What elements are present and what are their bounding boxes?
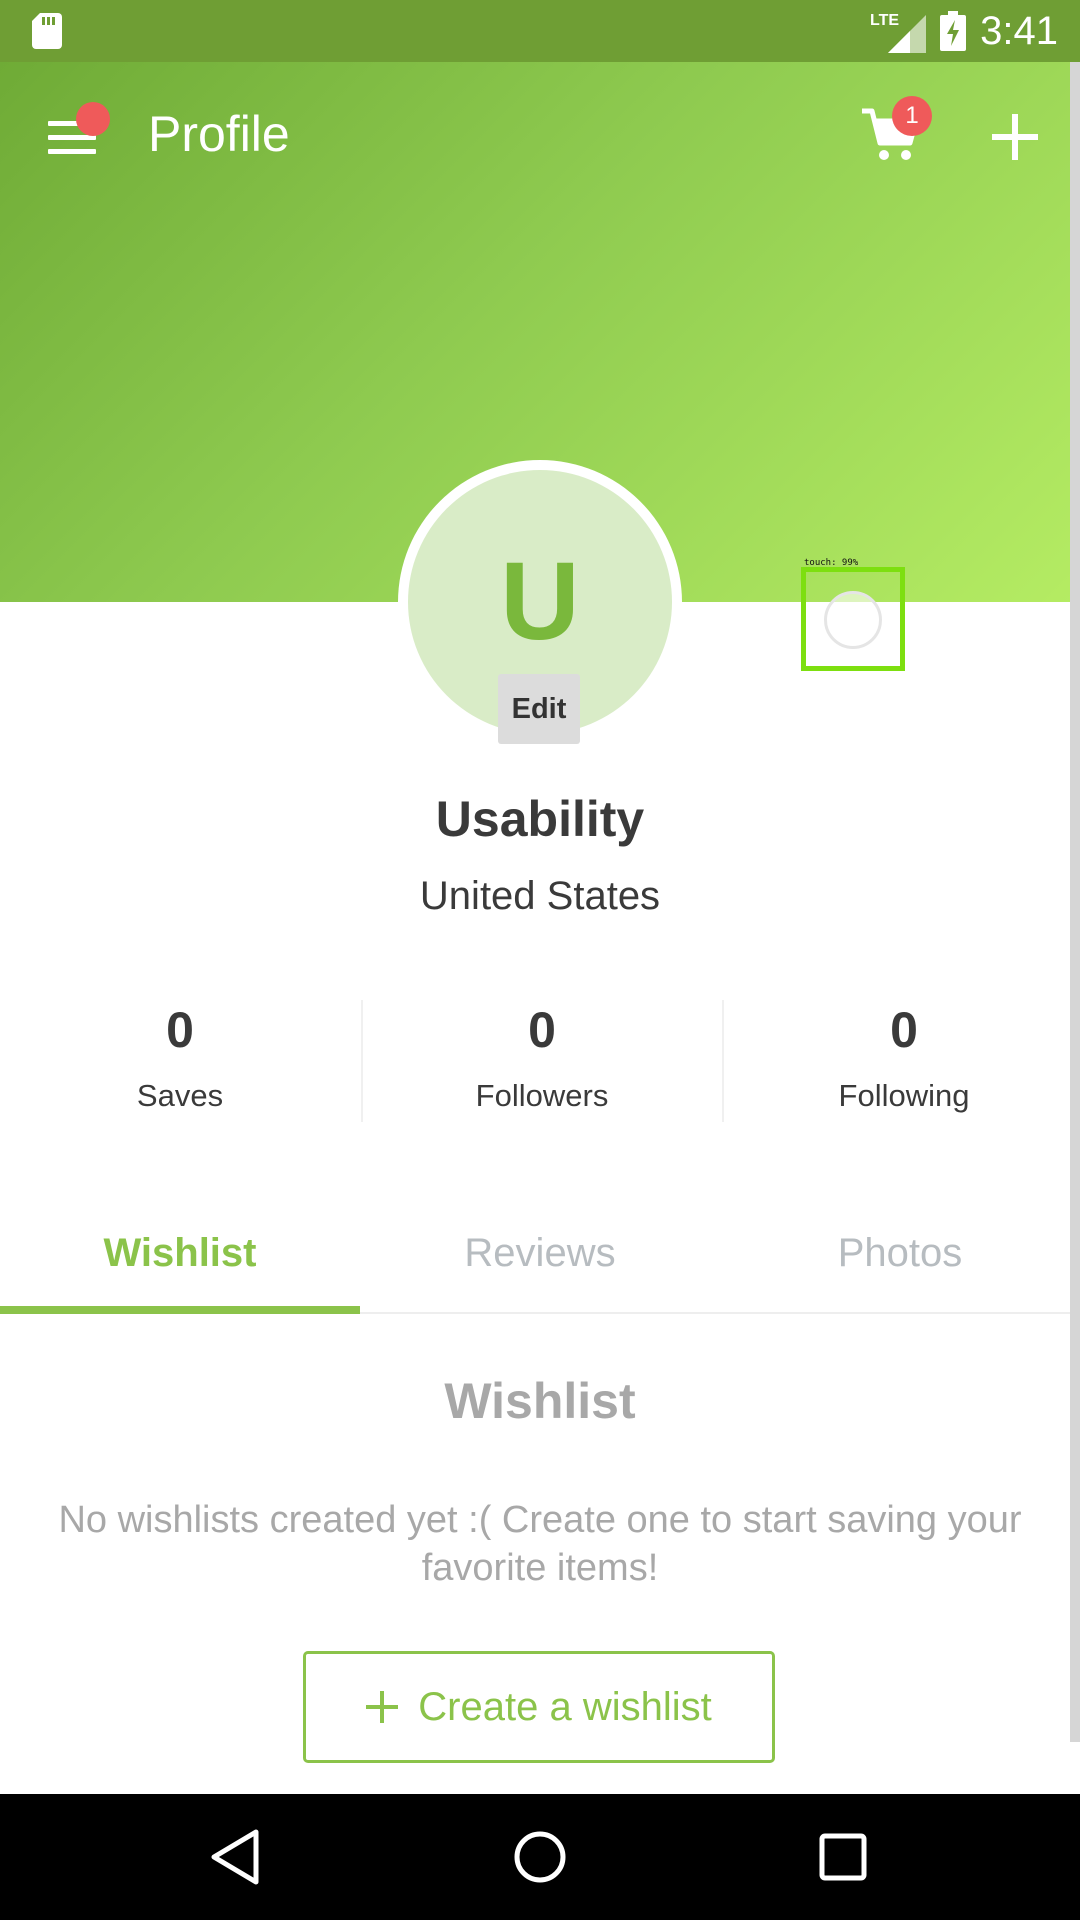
stat-value: 0 [890, 1002, 918, 1058]
profile-location: United States [419, 874, 661, 918]
status-bar: LTE 3:41 [0, 0, 1080, 62]
battery-charging-icon [940, 11, 967, 51]
tab-reviews[interactable]: Reviews [360, 1220, 720, 1314]
sd-card-icon [32, 13, 62, 49]
empty-state-title: Wishlist [444, 1373, 636, 1429]
recents-icon[interactable] [810, 1824, 876, 1890]
profile-stats: 0 Saves 0 Followers 0 Following [0, 1000, 1080, 1130]
create-wishlist-button[interactable]: Create a wishlist [303, 1651, 775, 1763]
plus-icon [366, 1691, 399, 1723]
stat-followers[interactable]: 0 Followers [362, 1000, 722, 1114]
tab-wishlist[interactable]: Wishlist [0, 1220, 360, 1314]
profile-name: Usability [435, 791, 645, 847]
tab-photos[interactable]: Photos [720, 1220, 1080, 1314]
stat-label: Followers [475, 1078, 609, 1113]
home-icon[interactable] [507, 1824, 573, 1890]
stat-following[interactable]: 0 Following [724, 1000, 1080, 1114]
create-wishlist-label: Create a wishlist [418, 1684, 712, 1729]
stat-value: 0 [528, 1002, 556, 1058]
notification-dot [76, 102, 110, 136]
edit-avatar-button[interactable]: Edit [498, 674, 580, 744]
network-label: LTE [870, 12, 899, 29]
add-icon[interactable] [990, 112, 1040, 162]
profile-tabs: Wishlist Reviews Photos [0, 1220, 1080, 1314]
stat-label: Following [838, 1078, 970, 1113]
scrollbar[interactable] [1070, 62, 1080, 1742]
signal-icon: LTE [870, 12, 927, 53]
page-title: Profile [148, 106, 290, 162]
empty-state-message: No wishlists created yet :( Create one t… [58, 1499, 1022, 1589]
system-nav-bar [0, 1794, 1080, 1920]
touch-indicator-circle [824, 591, 882, 649]
stat-saves[interactable]: 0 Saves [0, 1000, 360, 1114]
stat-value: 0 [166, 1002, 194, 1058]
status-time: 3:41 [980, 8, 1058, 53]
back-icon[interactable] [202, 1824, 268, 1890]
cart-count-badge: 1 [892, 96, 932, 136]
tab-indicator [0, 1306, 360, 1314]
stat-label: Saves [136, 1078, 224, 1113]
